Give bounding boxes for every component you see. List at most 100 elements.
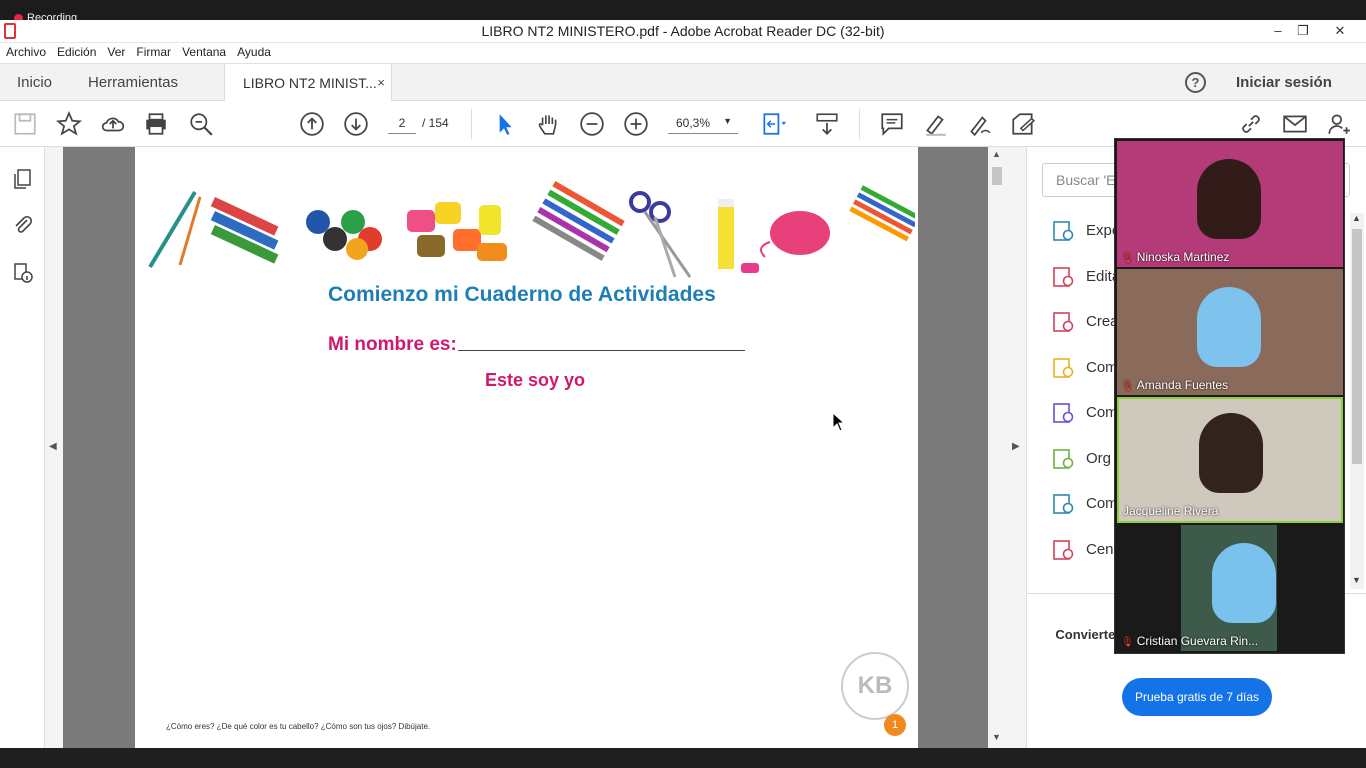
tool-item[interactable]: Crea: [1052, 311, 1119, 333]
participant-video-tile[interactable]: 🎙 Amanda Fuentes: [1117, 269, 1343, 395]
chevron-down-icon: ▼: [723, 116, 732, 126]
tool-item[interactable]: Expo: [1052, 220, 1120, 242]
close-window-button[interactable]: ✕: [1320, 21, 1360, 41]
participant-video-tile[interactable]: 🎙 Ninoska Martinez: [1117, 141, 1343, 267]
participant-avatar: [1199, 413, 1263, 493]
menu-ayuda[interactable]: Ayuda: [231, 43, 276, 59]
tab-document-label: LIBRO NT2 MINIST...: [243, 75, 377, 91]
left-panel-toggle[interactable]: ◀: [45, 147, 63, 748]
close-tab-icon[interactable]: ×: [377, 75, 385, 90]
participant-name-text: Cristian Guevara Rin...: [1136, 634, 1259, 648]
previous-page-icon[interactable]: [299, 111, 325, 137]
menu-firmar[interactable]: Firmar: [130, 43, 176, 59]
tool-item[interactable]: Com: [1052, 357, 1118, 379]
email-icon[interactable]: [1282, 111, 1308, 137]
toolbar-divider: [471, 109, 472, 139]
chevron-left-icon: ◀: [49, 441, 57, 452]
save-icon[interactable]: [12, 111, 38, 137]
tool-item[interactable]: Com: [1052, 493, 1118, 515]
export-pdf-icon: [1052, 220, 1074, 242]
scroll-up-icon[interactable]: ▲: [1352, 213, 1361, 223]
este-soy-yo-label: Este soy yo: [485, 370, 586, 390]
footer-question: ¿Cómo eres? ¿De qué color es tu cabello?…: [166, 722, 431, 731]
chevron-right-icon: ▶: [1012, 441, 1020, 452]
fill-sign-icon[interactable]: [1010, 111, 1036, 137]
participant-video-tile[interactable]: Jacqueline Rivera: [1117, 397, 1343, 523]
cloud-upload-icon[interactable]: [100, 111, 126, 137]
select-tool-icon[interactable]: [491, 111, 517, 137]
share-link-icon[interactable]: [1238, 111, 1264, 137]
participant-avatar: [1197, 159, 1261, 239]
participant-video-tile[interactable]: 🎙 Cristian Guevara Rin...: [1117, 525, 1343, 651]
document-properties-icon[interactable]: [11, 261, 35, 285]
taskbar: [0, 748, 1366, 768]
tool-item[interactable]: Com: [1052, 402, 1118, 424]
zoom-out-icon[interactable]: [579, 111, 605, 137]
combine-files-icon: [1052, 402, 1074, 424]
print-icon[interactable]: [143, 111, 169, 137]
mic-muted-icon: 🎙: [1121, 253, 1134, 264]
tool-item-label: Com: [1086, 358, 1118, 376]
scroll-down-icon[interactable]: ▼: [1352, 575, 1361, 585]
edit-pdf-icon: [1052, 266, 1074, 288]
tool-item-label: Com: [1086, 403, 1118, 421]
participant-name-text: Ninoska Martinez: [1136, 250, 1230, 264]
fit-page-icon[interactable]: [760, 111, 786, 137]
scrollbar-thumb[interactable]: [1352, 229, 1362, 464]
hand-tool-icon[interactable]: [535, 111, 561, 137]
tool-item[interactable]: Org: [1052, 448, 1111, 470]
name-label: Mi nombre es:: [328, 334, 457, 355]
mouse-cursor-icon: [832, 412, 846, 432]
scroll-mode-icon[interactable]: [814, 111, 840, 137]
zoom-search-icon[interactable]: [188, 111, 214, 137]
menu-ver[interactable]: Ver: [101, 43, 130, 59]
page-thumbnails-icon[interactable]: [11, 167, 35, 191]
redact-icon: [1052, 539, 1074, 561]
create-pdf-icon: [1052, 311, 1074, 333]
document-scrollbar[interactable]: ▲ ▼: [988, 147, 1006, 748]
menu-bar: Archivo Edición Ver Firmar Ventana Ayuda: [0, 43, 1366, 63]
video-call-overlay: 🎙 Ninoska Martinez 🎙 Amanda Fuentes Jacqueli…: [1114, 138, 1345, 654]
participant-name: 🎙 Amanda Fuentes: [1121, 378, 1228, 392]
tool-item-label: Com: [1086, 494, 1118, 512]
highlight-icon[interactable]: [923, 111, 949, 137]
restore-button[interactable]: ❐: [1283, 21, 1323, 41]
scrollbar-thumb[interactable]: [992, 167, 1002, 185]
participant-avatar: [1197, 287, 1261, 367]
zoom-in-icon[interactable]: [623, 111, 649, 137]
tool-item[interactable]: Cens: [1052, 539, 1121, 561]
tab-herramientas[interactable]: Herramientas: [88, 74, 178, 91]
page-total: / 154: [422, 116, 449, 130]
tool-item[interactable]: Edita: [1052, 266, 1120, 288]
help-icon[interactable]: ?: [1185, 72, 1206, 93]
free-trial-button[interactable]: Prueba gratis de 7 días: [1122, 678, 1272, 716]
page-number-input[interactable]: 2: [388, 112, 416, 134]
participant-name: 🎙 Ninoska Martinez: [1121, 250, 1229, 264]
menu-ventana[interactable]: Ventana: [176, 43, 231, 59]
comment-icon[interactable]: [879, 111, 905, 137]
add-person-icon[interactable]: [1326, 111, 1352, 137]
scroll-down-icon[interactable]: ▼: [992, 732, 1001, 742]
menu-edicion[interactable]: Edición: [51, 43, 101, 59]
organize-pages-icon: [1052, 448, 1074, 470]
participant-name-text: Amanda Fuentes: [1136, 378, 1229, 392]
menu-archivo[interactable]: Archivo: [0, 43, 51, 59]
participant-name-text: Jacqueline Rivera: [1123, 504, 1219, 518]
tools-pane-scrollbar[interactable]: ▲ ▼: [1350, 213, 1364, 589]
signin-button[interactable]: Iniciar sesión: [1236, 74, 1332, 91]
zoom-level-value: 60,3%: [676, 116, 711, 130]
compress-pdf-icon: [1052, 493, 1074, 515]
scroll-up-icon[interactable]: ▲: [992, 149, 1001, 159]
star-icon[interactable]: [55, 110, 83, 137]
attachments-icon[interactable]: [11, 213, 35, 237]
right-panel-toggle[interactable]: ▶: [1006, 147, 1026, 748]
tab-inicio[interactable]: Inicio: [17, 74, 52, 91]
tab-document[interactable]: LIBRO NT2 MINIST... ×: [224, 64, 392, 102]
mic-muted-icon: 🎙: [1121, 381, 1134, 392]
zoom-level-select[interactable]: 60,3% ▼: [668, 112, 738, 134]
name-write-line: [458, 350, 745, 351]
left-navigation-rail: [0, 147, 45, 748]
comment-icon: [1052, 357, 1074, 379]
next-page-icon[interactable]: [343, 111, 369, 137]
draw-signature-icon[interactable]: [966, 111, 992, 137]
